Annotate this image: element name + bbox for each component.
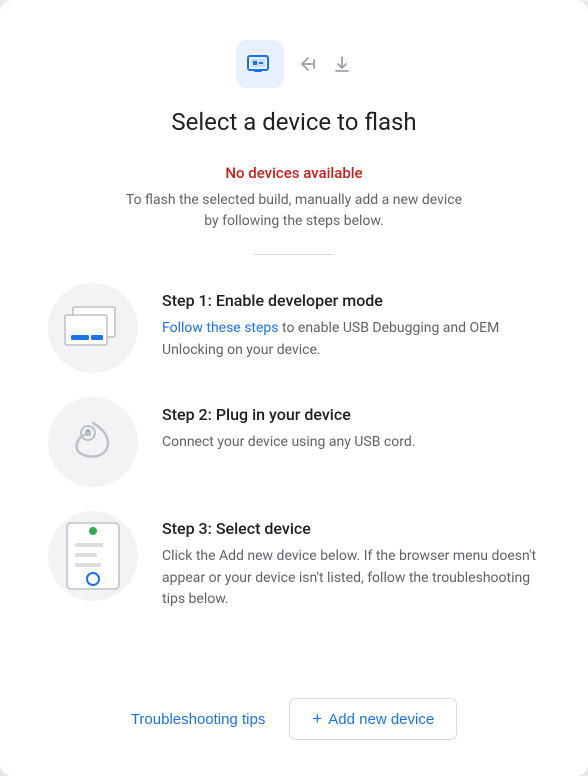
step-3-row: Step 3: Select device Click the Add new … bbox=[48, 511, 540, 611]
add-device-label: Add new device bbox=[328, 711, 434, 728]
device-flash-icon bbox=[236, 40, 284, 88]
subtitle-text: To flash the selected build, manually ad… bbox=[124, 190, 464, 232]
step-3-title: Step 3: Select device bbox=[162, 519, 540, 538]
follow-steps-link[interactable]: Follow these steps bbox=[162, 320, 279, 336]
troubleshoot-button[interactable]: Troubleshooting tips bbox=[131, 701, 266, 738]
step-3-content: Step 3: Select device Click the Add new … bbox=[162, 511, 540, 611]
add-device-button[interactable]: + Add new device bbox=[289, 698, 457, 740]
back-icon bbox=[298, 54, 318, 74]
step-3-desc: Click the Add new device below. If the b… bbox=[162, 546, 540, 611]
divider bbox=[254, 254, 334, 255]
step-1-content: Step 1: Enable developer mode Follow the… bbox=[162, 283, 540, 361]
add-icon: + bbox=[312, 709, 322, 729]
step-2-content: Step 2: Plug in your device Connect your… bbox=[162, 397, 540, 454]
step-1-desc: Follow these steps to enable USB Debuggi… bbox=[162, 318, 540, 361]
step-2-title: Step 2: Plug in your device bbox=[162, 405, 540, 424]
step-2-row: Step 2: Plug in your device Connect your… bbox=[48, 397, 540, 487]
page-title: Select a device to flash bbox=[171, 108, 416, 136]
main-card: Select a device to flash No devices avai… bbox=[0, 0, 588, 776]
step-2-desc: Connect your device using any USB cord. bbox=[162, 432, 540, 454]
step-1-title: Step 1: Enable developer mode bbox=[162, 291, 540, 310]
step-1-illustration bbox=[48, 283, 138, 373]
footer: Troubleshooting tips + Add new device bbox=[48, 686, 540, 740]
steps-container: Step 1: Enable developer mode Follow the… bbox=[48, 283, 540, 611]
top-icons bbox=[236, 40, 352, 88]
step-3-illustration bbox=[48, 511, 138, 601]
step-2-illustration bbox=[48, 397, 138, 487]
no-devices-status: No devices available bbox=[225, 164, 362, 182]
step-1-row: Step 1: Enable developer mode Follow the… bbox=[48, 283, 540, 373]
download-icon bbox=[332, 54, 352, 74]
